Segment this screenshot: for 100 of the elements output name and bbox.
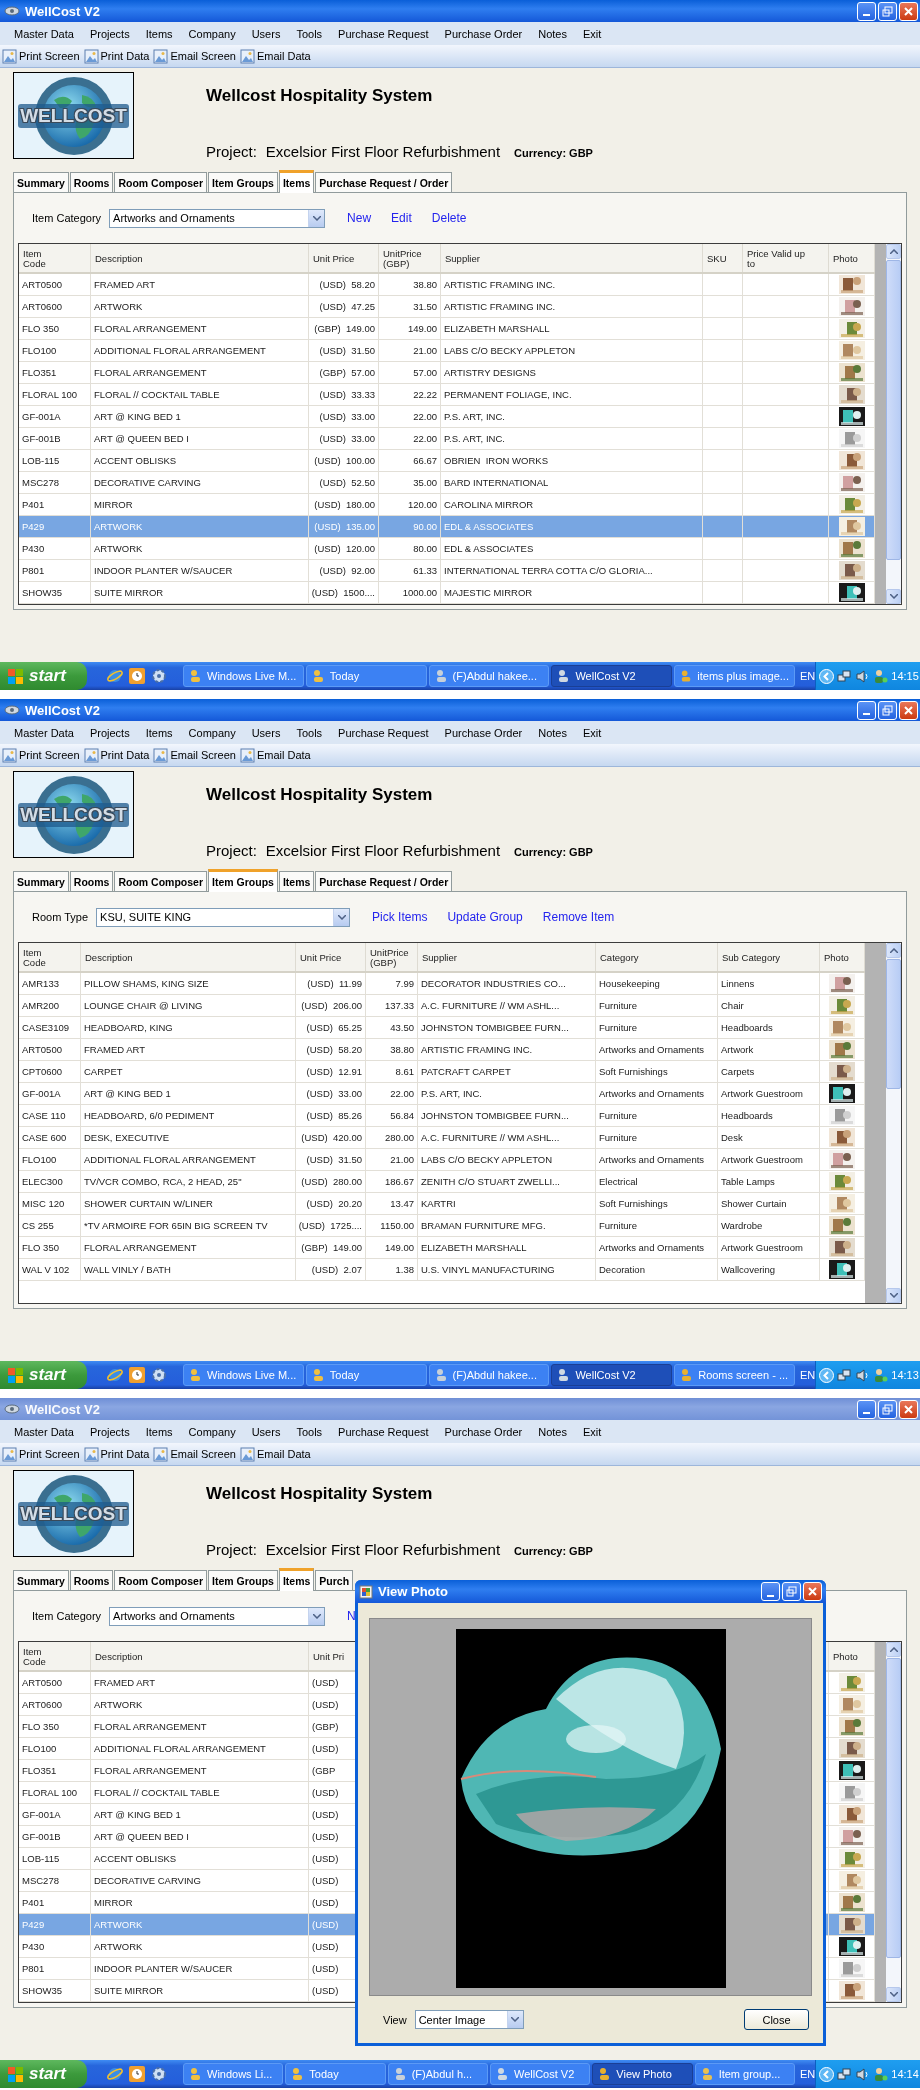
taskbar-button[interactable]: WellCost V2 <box>490 2063 591 2085</box>
menu-item[interactable]: Users <box>243 1425 289 1438</box>
tab[interactable]: Room Composer <box>114 1570 208 1590</box>
scrollbar[interactable] <box>886 244 901 604</box>
action-link[interactable]: Remove Item <box>542 910 615 924</box>
tab[interactable]: Rooms <box>69 172 114 192</box>
toolbar-button[interactable]: Email Data <box>239 1446 315 1462</box>
chevron-icon[interactable] <box>819 2066 835 2082</box>
table-row[interactable]: FLO 350 FLORAL ARRANGEMENT (GBP) 149.00 149.00 ELIZABETH MARSHALL Artworks and Ornaments Artwork Guestroom <box>19 1237 865 1259</box>
restore-button[interactable] <box>878 700 897 720</box>
table-row[interactable]: FLO 350 FLORAL ARRANGEMENT (GBP) 149.00 149.00 ELIZABETH MARSHALL <box>19 318 875 340</box>
table-row[interactable]: GF-001B ART @ QUEEN BED I (USD) 33.00 22.00 P.S. ART, INC. <box>19 428 875 450</box>
tab[interactable]: Rooms <box>69 871 114 891</box>
taskbar-button[interactable]: (F)Abdul h... <box>387 2063 488 2085</box>
minimize-button[interactable] <box>857 1399 876 1419</box>
browser-icon[interactable] <box>107 2066 123 2082</box>
tab[interactable]: Summary <box>13 871 69 891</box>
minimize-button[interactable] <box>857 700 876 720</box>
menu-item[interactable]: Notes <box>530 1425 575 1438</box>
menu-item[interactable]: Exit <box>575 27 610 40</box>
tab[interactable]: Purch <box>315 1570 354 1590</box>
menu-item[interactable]: Notes <box>530 726 575 739</box>
tab[interactable]: Item Groups <box>208 1570 278 1590</box>
restore-button[interactable] <box>878 1399 897 1419</box>
menu-item[interactable]: Company <box>180 27 244 40</box>
action-link[interactable]: Delete <box>431 211 467 225</box>
table-row[interactable]: P801 INDOOR PLANTER W/SAUCER (USD) 92.00 61.33 INTERNATIONAL TERRA COTTA C/O GLORIA... <box>19 560 875 582</box>
tab[interactable]: Summary <box>13 172 69 192</box>
scroll-thumb[interactable] <box>886 260 901 560</box>
table-row[interactable]: SHOW35 SUITE MIRROR (USD) 1500.... 1000.00 MAJESTIC MIRROR <box>19 582 875 604</box>
start-button[interactable]: start <box>0 1361 87 1389</box>
filter-dropdown[interactable]: Artworks and Ornaments <box>109 1606 326 1626</box>
toolbar-button[interactable]: Email Screen <box>153 1446 240 1462</box>
menu-item[interactable]: Notes <box>530 27 575 40</box>
action-link[interactable]: Pick Items <box>372 910 428 924</box>
table-row[interactable]: FLORAL 100 FLORAL // COCKTAIL TABLE (USD) 33.33 22.22 PERMANENT FOLIAGE, INC. <box>19 384 875 406</box>
scroll-down-button[interactable] <box>886 1987 901 2002</box>
taskbar-button[interactable]: Today <box>305 1364 427 1386</box>
close-button[interactable] <box>803 1582 822 1601</box>
chevron-icon[interactable] <box>819 1367 835 1383</box>
menu-item[interactable]: Items <box>137 27 181 40</box>
gear-icon[interactable] <box>151 1367 167 1383</box>
tab[interactable]: Items <box>278 170 315 193</box>
menu-item[interactable]: Tools <box>288 27 331 40</box>
menu-item[interactable]: Master Data <box>6 27 82 40</box>
scrollbar[interactable] <box>886 1642 901 2002</box>
tab[interactable]: Summary <box>13 1570 69 1590</box>
clock-icon[interactable] <box>129 1367 145 1383</box>
table-row[interactable]: CS 255 *TV ARMOIRE FOR 65IN BIG SCREEN TV (USD) 1725.... 1150.00 BRAMAN FURNITURE MFG. Furniture Wardrobe <box>19 1215 865 1237</box>
table-row[interactable]: WAL V 102 WALL VINLY / BATH (USD) 2.07 1.38 U.S. VINYL MANUFACTURING Decoration Wallcovering <box>19 1259 865 1281</box>
table-row[interactable]: CASE 110 HEADBOARD, 6/0 PEDIMENT (USD) 85.26 56.84 JOHNSTON TOMBIGBEE FURN... Furniture Headboards <box>19 1105 865 1127</box>
taskbar-button[interactable]: WellCost V2 <box>551 1364 673 1386</box>
gear-icon[interactable] <box>151 2066 167 2082</box>
tab[interactable]: Item Groups <box>208 172 278 192</box>
table-row[interactable]: AMR200 LOUNGE CHAIR @ LIVING (USD) 206.00 137.33 A.C. FURNITURE // WM ASHL... Furniture Chair <box>19 995 865 1017</box>
table-row[interactable]: P401 MIRROR (USD) 180.00 120.00 CAROLINA MIRROR <box>19 494 875 516</box>
minimize-button[interactable] <box>761 1582 780 1601</box>
clock-icon[interactable] <box>129 668 145 684</box>
menu-item[interactable]: Exit <box>575 726 610 739</box>
language-indicator[interactable]: EN <box>800 1369 816 1381</box>
menu-item[interactable]: Company <box>180 1425 244 1438</box>
minimize-button[interactable] <box>857 1 876 21</box>
menu-item[interactable]: Purchase Order <box>436 726 531 739</box>
menu-item[interactable]: Items <box>137 1425 181 1438</box>
user-icon[interactable] <box>873 1367 889 1383</box>
taskbar-button[interactable]: Windows Live M... <box>183 665 304 687</box>
network-icon[interactable] <box>837 668 853 684</box>
speaker-icon[interactable] <box>855 668 871 684</box>
language-indicator[interactable]: EN <box>800 670 816 682</box>
table-row[interactable]: AMR133 PILLOW SHAMS, KING SIZE (USD) 11.99 7.99 DECORATOR INDUSTRIES CO... Housekeeping Linnens <box>19 973 865 995</box>
close-button[interactable] <box>899 1 918 21</box>
table-row[interactable]: FLO100 ADDITIONAL FLORAL ARRANGEMENT (USD) 31.50 21.00 LABS C/O BECKY APPLETON <box>19 340 875 362</box>
scroll-down-button[interactable] <box>886 589 901 604</box>
tab[interactable]: Purchase Request / Order <box>315 871 453 891</box>
menu-item[interactable]: Exit <box>575 1425 610 1438</box>
filter-dropdown[interactable]: KSU, SUITE KING <box>96 907 351 927</box>
taskbar-button[interactable]: View Photo <box>592 2063 693 2085</box>
taskbar-button[interactable]: items plus image... <box>674 665 795 687</box>
tab[interactable]: Item Groups <box>208 869 278 892</box>
chevron-icon[interactable] <box>819 668 835 684</box>
taskbar-button[interactable]: Today <box>305 665 427 687</box>
menu-item[interactable]: Users <box>243 27 289 40</box>
taskbar-button[interactable]: WellCost V2 <box>551 665 673 687</box>
table-row[interactable]: MSC278 DECORATIVE CARVING (USD) 52.50 35.00 BARD INTERNATIONAL <box>19 472 875 494</box>
tab[interactable]: Purchase Request / Order <box>315 172 453 192</box>
taskbar-button[interactable]: Today <box>285 2063 386 2085</box>
scroll-up-button[interactable] <box>886 943 901 958</box>
toolbar-button[interactable]: Print Screen <box>2 48 84 64</box>
taskbar-button[interactable]: Windows Live M... <box>183 1364 304 1386</box>
menu-item[interactable]: Purchase Order <box>436 1425 531 1438</box>
gear-icon[interactable] <box>151 668 167 684</box>
menu-item[interactable]: Users <box>243 726 289 739</box>
menu-item[interactable]: Purchase Request <box>330 27 437 40</box>
menu-item[interactable]: Purchase Order <box>436 27 531 40</box>
table-row[interactable]: CPT0600 CARPET (USD) 12.91 8.61 PATCRAFT CARPET Soft Furnishings Carpets <box>19 1061 865 1083</box>
language-indicator[interactable]: EN <box>800 2068 816 2080</box>
clock-icon[interactable] <box>129 2066 145 2082</box>
action-link[interactable]: Update Group <box>447 910 523 924</box>
tab[interactable]: Rooms <box>69 1570 114 1590</box>
close-button[interactable] <box>899 1399 918 1419</box>
